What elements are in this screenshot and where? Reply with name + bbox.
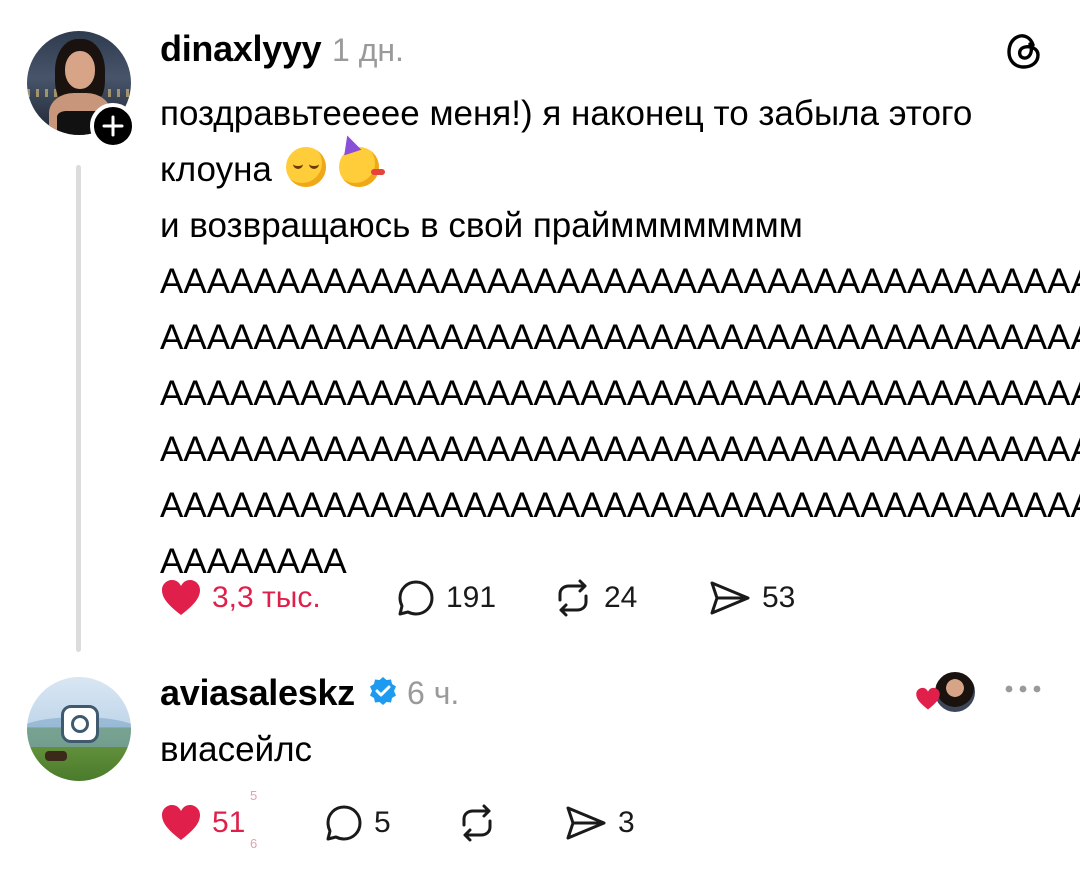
post-text-line: и возвращаюсь в свой праймммммммм [160,206,803,245]
comment-bubble-icon [398,580,434,616]
threads-logo-icon[interactable] [1003,29,1047,73]
send-icon [710,581,750,615]
post-text-segment: клоуна [160,150,272,189]
reply-body: виасейлс [160,730,313,769]
post-text-line: АААААААААААААААААААААААААААААААААААААААА [160,430,1080,469]
heart-icon [162,805,200,840]
post-timestamp: 1 дн. [332,32,404,68]
post-text-line: клоуна [160,142,1050,198]
thread-connector-line [76,165,81,652]
repost-count: 24 [604,581,638,614]
post-text-line: АААААААААААААААААААААААААААААААААААААААА [160,374,1080,413]
partying-face-emoji [339,147,386,187]
reply-like-button[interactable]: 51 [160,803,245,843]
more-dots-icon[interactable] [1003,684,1043,694]
repost-button[interactable]: 24 [552,578,637,618]
like-count: 3,3 тыс. [212,581,321,614]
avatar-horse [45,751,67,761]
relieved-face-emoji [285,147,326,187]
avatar-face [65,51,95,89]
comment-bubble-icon [326,805,362,841]
plus-icon [102,115,124,137]
reply-comment-button[interactable]: 5 [324,803,391,843]
reply-repost-button[interactable] [456,803,498,843]
post-author-username[interactable]: dinaxlyyy [160,28,322,70]
verified-badge-icon [370,677,396,705]
share-count: 53 [762,581,796,614]
like-count-animation-prev: 6 [250,836,258,851]
repost-icon [462,804,492,842]
heart-icon [916,687,940,710]
reply-timestamp: 6 ч. [407,675,460,711]
reply-author-avatar[interactable] [27,677,131,781]
reply-actions: 51 5 3 [160,803,660,843]
aviasales-logo-icon [61,705,99,743]
post-actions: 3,3 тыс. 191 24 53 [160,578,860,622]
comment-button[interactable]: 191 [396,578,496,618]
post-body: поздравьтеееее меня!) я наконец то забыл… [160,86,1080,590]
repost-icon [558,579,588,617]
comment-count: 191 [446,581,497,614]
post-text-line: поздравьтеееее меня!) я наконец то забыл… [160,94,973,133]
reply-comment-count: 5 [374,806,391,839]
reply-author-username[interactable]: aviasaleskz [160,672,355,714]
post-text-line: АААААААААААААААААААААААААААААААААААААААА [160,486,1080,525]
follow-button[interactable] [90,103,136,149]
thread-view: dinaxlyyy 1 дн. поздравьтеееее меня!) я … [0,0,1080,875]
send-icon [566,806,606,840]
post-text-line: АААААААААААААААААААААААААААААААААААААААА [160,318,1080,357]
reply-share-button[interactable]: 3 [564,803,635,843]
reply-share-count: 3 [618,806,635,839]
like-count-animation-next: 5 [250,788,258,803]
like-button[interactable]: 3,3 тыс. [160,578,321,618]
share-button[interactable]: 53 [708,578,795,618]
heart-icon [162,580,200,615]
liked-by-author-indicator [915,670,977,714]
post-text-line: АААААААААААААААААААААААААААААААААААААААА [160,262,1080,301]
reply-like-count: 51 [212,806,246,839]
